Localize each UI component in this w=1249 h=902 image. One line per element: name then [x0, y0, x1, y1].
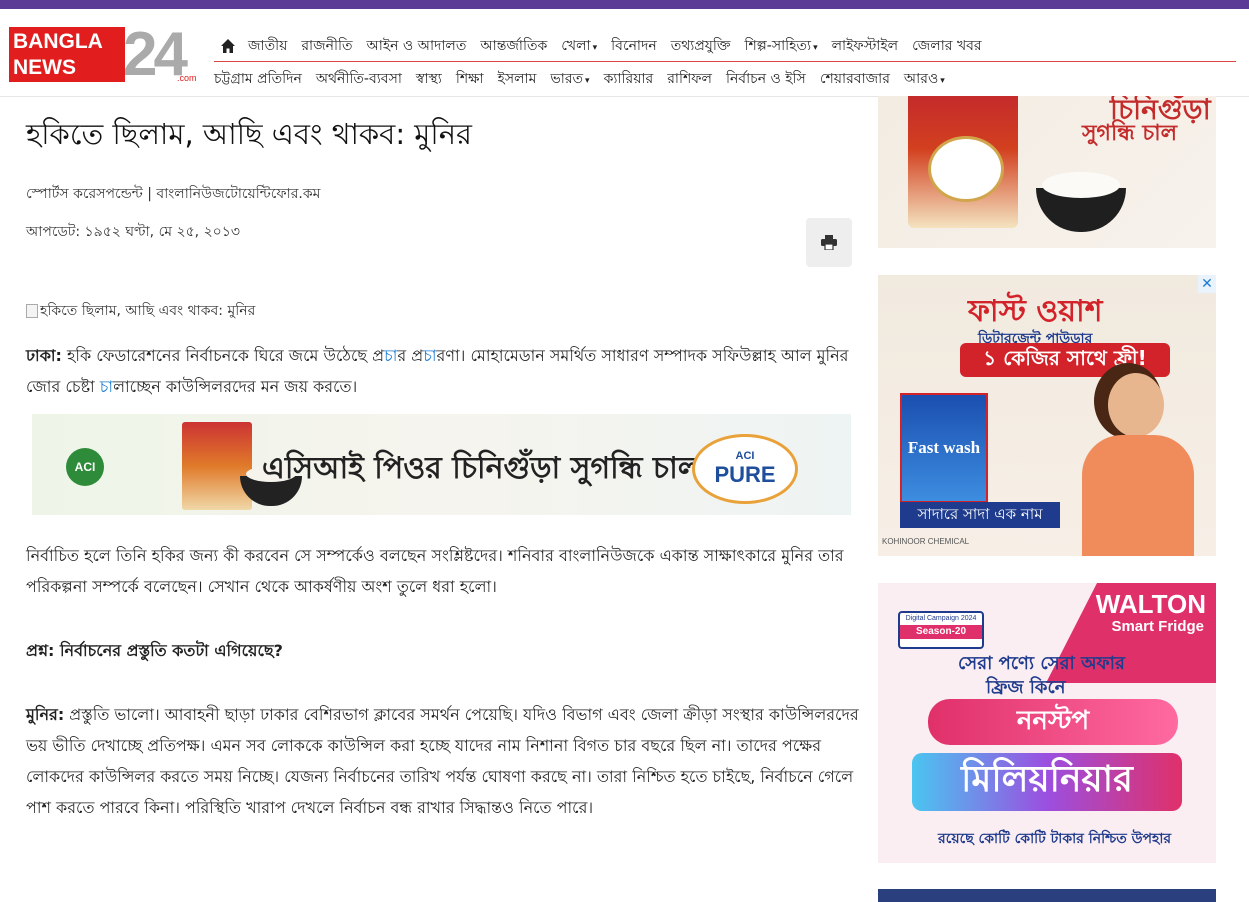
- article-answer-1: মুনির: প্রস্তুতি ভালো। আবাহনী ছাড়া ঢাকা…: [26, 705, 859, 817]
- secondary-nav-item-8[interactable]: নির্বাচন ও ইসি: [726, 67, 806, 91]
- article-byline: স্পোর্টস করেসপন্ডেন্ট | বাংলানিউজটোয়েন্…: [26, 186, 321, 202]
- top-accent-bar: [0, 0, 1249, 9]
- sidebar-ad-detergent[interactable]: ✕ ফাস্ট ওয়াশ ডিটারজেন্ট পাউডার ১ কেজির …: [878, 275, 1216, 556]
- rice-pack-image: [182, 422, 252, 510]
- nav-label: রাশিফল: [667, 71, 712, 87]
- rice-bowl-image: [1036, 172, 1126, 232]
- caret-down-icon: ▾: [592, 43, 598, 53]
- nav-label: রাজনীতি: [301, 38, 353, 54]
- caret-down-icon: ▾: [813, 43, 818, 53]
- site-logo[interactable]: BANGLA NEWS 24 .com: [9, 20, 197, 91]
- model-image: [1078, 373, 1198, 556]
- ad-footer: রয়েছে কোটি কোটি টাকার নিশ্চিত উপহার: [938, 831, 1172, 847]
- ad-brand: WALTON: [1095, 589, 1206, 619]
- logo-domain: .com: [177, 73, 197, 83]
- detergent-pack-image: Fast wash: [900, 393, 988, 503]
- nav-label: নির্বাচন ও ইসি: [725, 71, 806, 87]
- nav-label: আইন ও আদালত: [366, 38, 467, 54]
- inline-ad-text: এসিআই পিওর চিনিগুঁড়া সুগন্ধি চাল: [262, 451, 701, 486]
- primary-nav: জাতীয় রাজনীতি আইন ও আদালত আন্তর্জাতিক খেলা ▾…: [214, 31, 1236, 62]
- primary-nav-item-3[interactable]: আন্তর্জাতিক: [480, 34, 547, 58]
- nav-label: আন্তর্জাতিক: [480, 38, 548, 54]
- primary-nav-item-9[interactable]: জেলার খবর: [912, 34, 982, 58]
- ad-offer: ১ কেজির সাথে ফ্রী!: [960, 343, 1170, 377]
- nav-label: চট্টগ্রাম প্রতিদিন: [214, 71, 302, 87]
- ad-slogan: সাদারে সাদা এক নাম: [900, 502, 1060, 528]
- nav-label: বিনোদন: [611, 38, 657, 54]
- caret-down-icon: ▾: [940, 76, 945, 86]
- logo-number: 24: [123, 20, 188, 89]
- sidebar-ad-rice[interactable]: চিনিগুঁড়া সুগন্ধি চাল: [878, 96, 1216, 248]
- secondary-nav: চট্টগ্রাম প্রতিদিন অর্থনীতি-ব্যবসা স্বাস্থ…: [214, 64, 959, 94]
- primary-nav-item-6[interactable]: তথ্যপ্রযুক্তি: [671, 34, 731, 58]
- article-paragraph-1: ঢাকা: হকি ফেডারেশনের নির্বাচনকে ঘিরে জমে…: [26, 346, 849, 396]
- nav-label: জাতীয়: [248, 38, 288, 54]
- primary-nav-item-0[interactable]: জাতীয়: [248, 34, 287, 58]
- broken-image-icon: [26, 304, 38, 318]
- secondary-nav-item-9[interactable]: শেয়ারবাজার: [820, 67, 890, 91]
- secondary-nav-item-3[interactable]: শিক্ষা: [456, 67, 484, 91]
- secondary-nav-item-5[interactable]: ভারত ▾: [550, 67, 589, 91]
- print-button[interactable]: [806, 218, 852, 267]
- site-header: BANGLA NEWS 24 .com জাতীয় রাজনীতি আইন ও আ…: [0, 9, 1249, 97]
- campaign-badge: Digital Campaign 2024 Season-20: [898, 611, 984, 649]
- ad-close-icon[interactable]: ✕: [1198, 275, 1216, 293]
- nav-label: ভারত: [550, 71, 584, 87]
- nav-label: তথ্যপ্রযুক্তি: [670, 38, 731, 54]
- logo-text: BANGLA NEWS: [9, 27, 125, 82]
- primary-nav-item-7[interactable]: শিল্প-সাহিত্য ▾: [744, 34, 817, 58]
- rice-plate-image: [928, 136, 1004, 202]
- nav-label: শিক্ষা: [455, 71, 484, 87]
- ad-headline-2: মিলিয়নিয়ার: [912, 753, 1182, 811]
- secondary-nav-item-1[interactable]: অর্থনীতি-ব্যবসা: [316, 67, 402, 91]
- ad-subline: সুগন্ধি চাল: [1082, 121, 1177, 146]
- caret-down-icon: ▾: [585, 76, 590, 86]
- article-paragraph-2: নির্বাচিত হলে তিনি হকির জন্য কী করবেন সে…: [26, 546, 844, 596]
- article-title: হকিতে ছিলাম, আছি এবং থাকব: মুনির: [26, 117, 472, 151]
- primary-nav-item-5[interactable]: বিনোদন: [611, 34, 657, 58]
- nav-label: খেলা: [561, 38, 591, 54]
- inline-rice-ad[interactable]: ACI এসিআই পিওর চিনিগুঁড়া সুগন্ধি চাল AC…: [32, 414, 851, 515]
- nav-label: ইসলাম: [497, 71, 537, 87]
- aci-pure-badge: ACI PURE: [692, 434, 798, 504]
- nav-label: আরও: [903, 71, 939, 87]
- secondary-nav-item-10[interactable]: আরও ▾: [904, 67, 945, 91]
- article-question-1: প্রশ্ন: নির্বাচনের প্রস্তুতি কতটা এগিয়ে…: [26, 641, 283, 660]
- ad-maker: KOHINOOR CHEMICAL: [882, 537, 970, 546]
- ad-headline-1: ননস্টপ: [928, 699, 1178, 745]
- nav-label: শেয়ারবাজার: [819, 71, 890, 87]
- sidebar-ad-partial[interactable]: [878, 889, 1216, 902]
- primary-nav-item-2[interactable]: আইন ও আদালত: [367, 34, 467, 58]
- article-updated-time: আপডেট: ১৯৫২ ঘণ্টা, মে ২৫, ২০১৩: [26, 224, 240, 240]
- secondary-nav-item-4[interactable]: ইসলাম: [498, 67, 537, 91]
- aci-logo: ACI: [66, 448, 104, 486]
- nav-label: জেলার খবর: [912, 38, 982, 54]
- nav-label: ক্যারিয়ার: [603, 71, 654, 87]
- nav-label: স্বাস্থ্য: [415, 71, 442, 87]
- secondary-nav-item-2[interactable]: স্বাস্থ্য: [416, 67, 442, 91]
- print-icon: [821, 235, 837, 250]
- secondary-nav-item-0[interactable]: চট্টগ্রাম প্রতিদিন: [214, 67, 302, 91]
- secondary-nav-item-7[interactable]: রাশিফল: [667, 67, 712, 91]
- home-icon[interactable]: [220, 38, 236, 54]
- primary-nav-item-4[interactable]: খেলা ▾: [561, 34, 597, 58]
- sidebar-ad-walton[interactable]: WALTON Smart Fridge Digital Campaign 202…: [878, 583, 1216, 863]
- article-image: হকিতে ছিলাম, আছি এবং থাকব: মুনির: [26, 299, 255, 323]
- article-image-alt: হকিতে ছিলাম, আছি এবং থাকব: মুনির: [40, 303, 256, 319]
- secondary-nav-item-6[interactable]: ক্যারিয়ার: [604, 67, 654, 91]
- nav-label: লাইফস্টাইল: [831, 38, 899, 54]
- ad-product: Smart Fridge: [1111, 618, 1204, 635]
- nav-label: শিল্প-সাহিত্য: [744, 38, 812, 54]
- primary-nav-item-1[interactable]: রাজনীতি: [301, 34, 352, 58]
- primary-nav-item-8[interactable]: লাইফস্টাইল: [832, 34, 899, 58]
- nav-label: অর্থনীতি-ব্যবসা: [315, 71, 402, 87]
